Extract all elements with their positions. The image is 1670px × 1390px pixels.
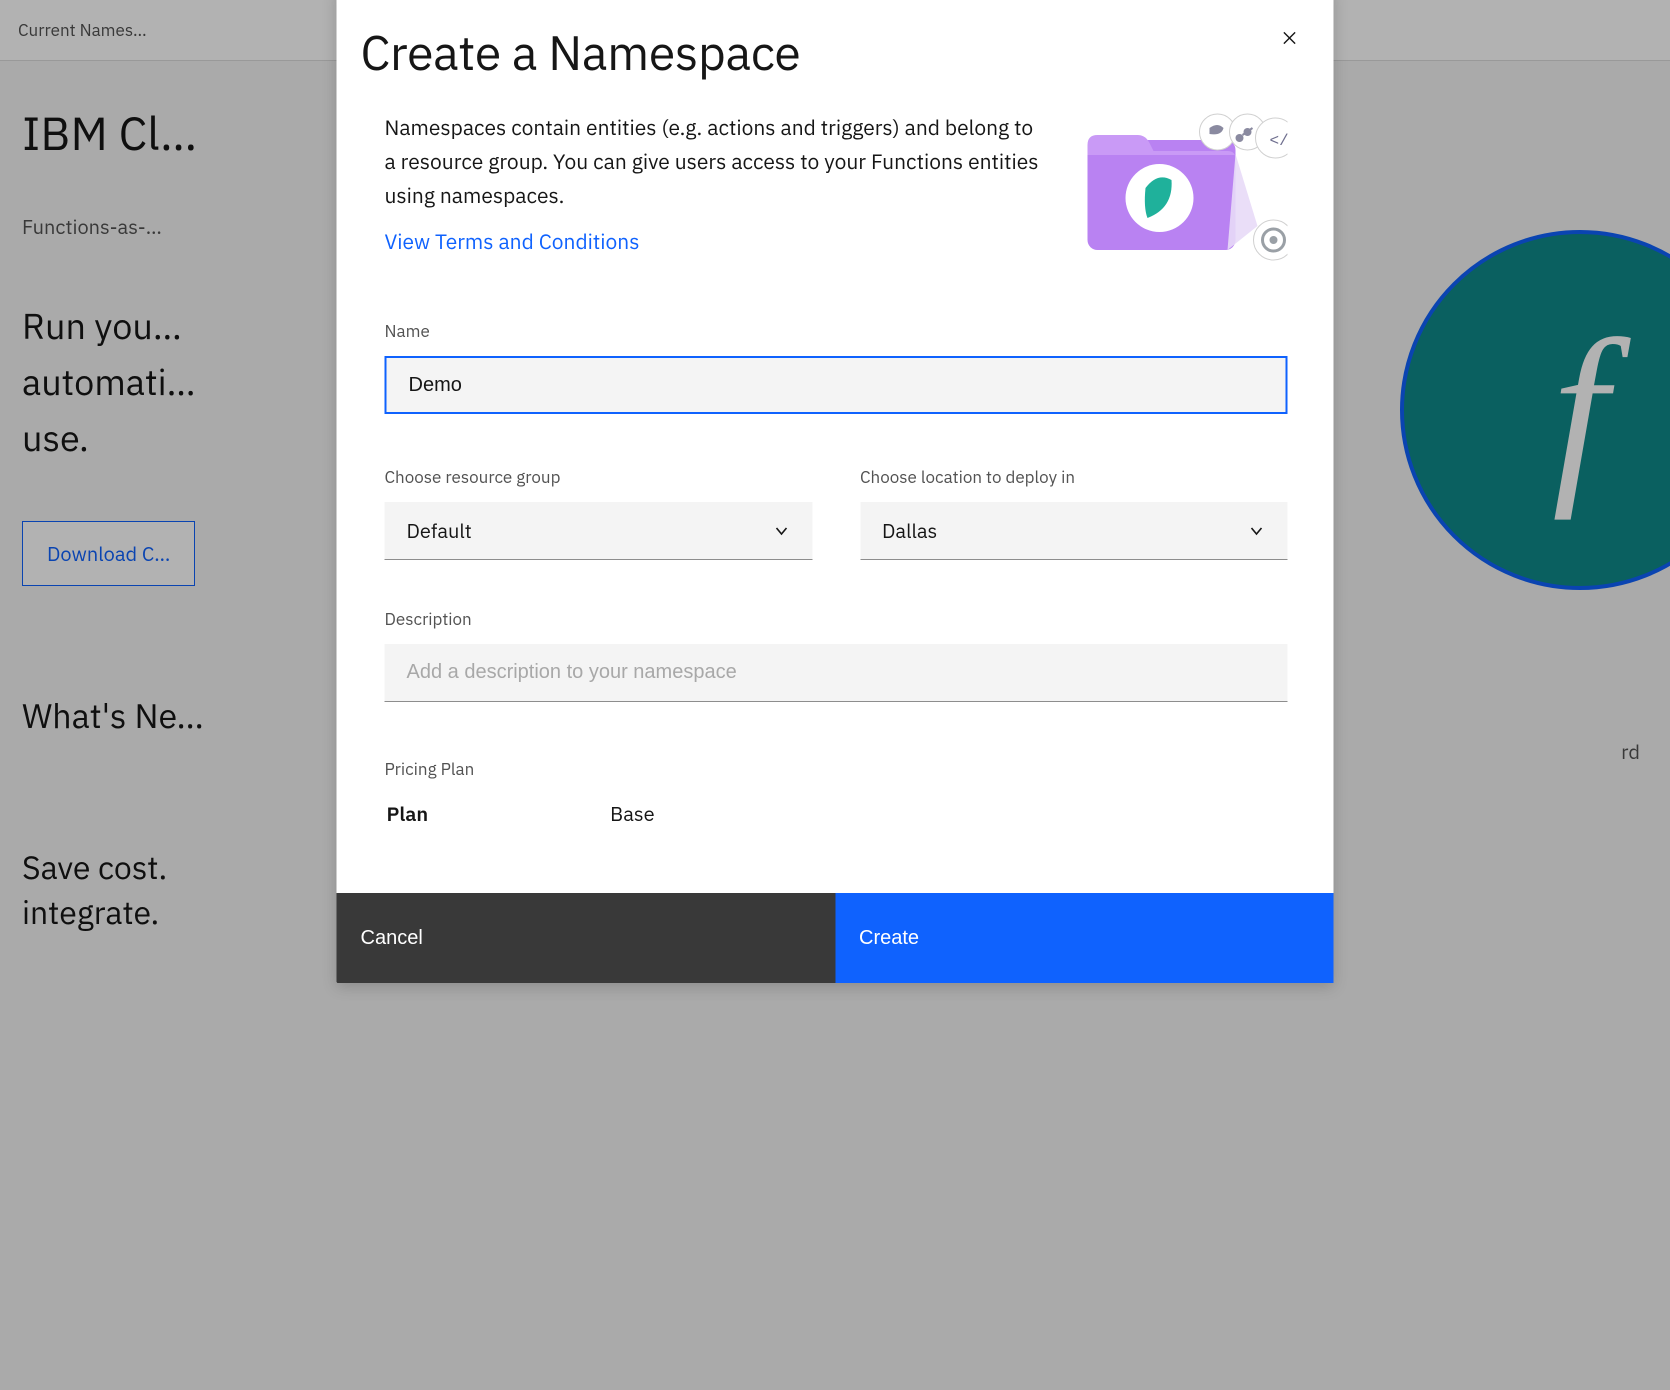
- chevron-down-icon: [1248, 522, 1266, 540]
- description-input[interactable]: [385, 644, 1288, 702]
- location-value: Dallas: [882, 517, 937, 544]
- terms-link[interactable]: View Terms and Conditions: [385, 224, 1046, 258]
- name-input[interactable]: [385, 356, 1288, 414]
- description-label: Description: [385, 608, 1288, 630]
- close-icon[interactable]: [1274, 22, 1306, 54]
- modal-intro: Namespaces contain entities (e.g. action…: [385, 113, 1039, 209]
- namespace-illustration: </>: [1078, 110, 1288, 270]
- create-namespace-modal: Create a Namespace Namespaces contain en…: [337, 0, 1334, 983]
- pricing-col-base: Base: [610, 800, 834, 833]
- svg-text:</>: </>: [1270, 132, 1288, 150]
- location-label: Choose location to deploy in: [860, 466, 1288, 488]
- name-label: Name: [385, 320, 1288, 342]
- pricing-col-plan: Plan: [387, 800, 609, 833]
- create-button[interactable]: Create: [835, 893, 1334, 983]
- chevron-down-icon: [772, 522, 790, 540]
- resource-group-value: Default: [407, 517, 472, 544]
- cancel-button[interactable]: Cancel: [337, 893, 836, 983]
- resource-group-label: Choose resource group: [385, 466, 813, 488]
- modal-footer: Cancel Create: [337, 893, 1334, 983]
- resource-group-select[interactable]: Default: [385, 502, 813, 560]
- pricing-plan-label: Pricing Plan: [385, 758, 1288, 780]
- modal-title: Create a Namespace: [361, 22, 1288, 84]
- location-select[interactable]: Dallas: [860, 502, 1288, 560]
- pricing-table: Plan Base: [385, 798, 837, 835]
